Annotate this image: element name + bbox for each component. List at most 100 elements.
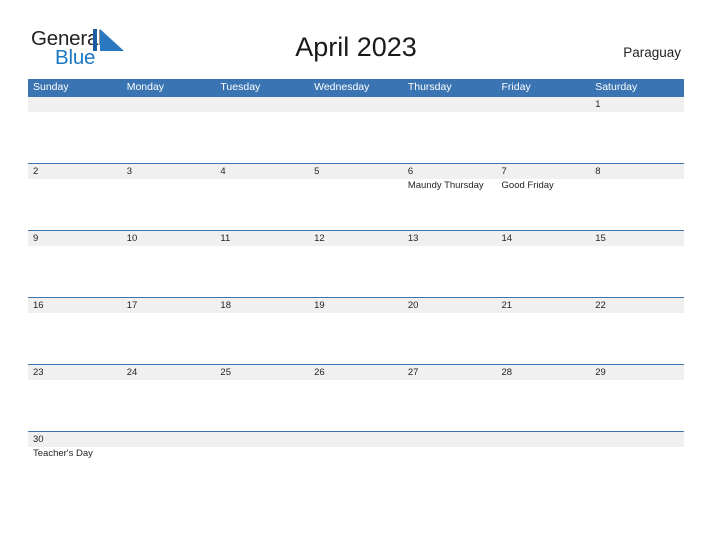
day-event	[497, 246, 591, 247]
day-event	[497, 112, 591, 113]
weekday-header-friday: Friday	[501, 81, 531, 93]
day-event	[497, 313, 591, 314]
day-cell[interactable]: 9	[28, 231, 122, 246]
day-cell[interactable]: 5	[309, 164, 403, 179]
calendar-page: General Blue April 2023 Paraguay Sunday …	[0, 0, 712, 550]
day-event	[122, 112, 216, 113]
day-cell[interactable]: 17	[121, 298, 216, 313]
day-event: Maundy Thursday	[407, 180, 484, 191]
day-cell[interactable]	[121, 432, 216, 447]
day-event	[28, 179, 122, 192]
day-event	[122, 447, 216, 460]
day-cell[interactable]	[309, 97, 403, 112]
day-cell[interactable]: 30	[28, 432, 122, 447]
day-event	[122, 380, 216, 381]
day-cell[interactable]: 27	[402, 365, 497, 380]
event-strip	[28, 380, 684, 381]
day-event	[403, 380, 497, 381]
day-event	[28, 313, 122, 314]
day-cell[interactable]: 25	[215, 365, 310, 380]
day-number: 2	[33, 166, 39, 177]
day-number: 6	[407, 166, 414, 177]
day-cell[interactable]	[28, 97, 122, 112]
day-number: 24	[126, 367, 138, 378]
day-event	[215, 112, 309, 113]
day-cell[interactable]	[215, 97, 310, 112]
day-cell[interactable]: 29	[590, 365, 684, 380]
day-number: 21	[501, 300, 513, 311]
calendar-grid: Sunday Monday Tuesday Wednesday Thursday…	[28, 79, 684, 467]
day-cell[interactable]: 7	[496, 164, 591, 179]
day-number: 1	[595, 99, 601, 110]
day-event	[590, 447, 684, 460]
day-cell[interactable]	[215, 432, 310, 447]
day-event	[590, 313, 684, 314]
day-cell[interactable]	[496, 432, 591, 447]
day-cell[interactable]	[496, 97, 591, 112]
day-event	[215, 246, 309, 247]
day-cell[interactable]: 20	[402, 298, 497, 313]
day-cell[interactable]: 1	[590, 97, 684, 112]
day-cell[interactable]: 23	[28, 365, 122, 380]
day-number: 26	[314, 367, 325, 378]
page-title: April 2023	[295, 32, 417, 62]
day-cell[interactable]: 10	[121, 231, 216, 246]
day-cell[interactable]	[402, 97, 497, 112]
day-number: 19	[314, 300, 325, 311]
weekday-header-thursday: Thursday	[407, 81, 452, 93]
day-event	[497, 380, 591, 381]
day-cell[interactable]: 13	[402, 231, 497, 246]
day-cell[interactable]: 2	[28, 164, 122, 179]
day-cell[interactable]: 21	[496, 298, 591, 313]
day-number: 12	[314, 233, 325, 244]
day-event	[403, 313, 497, 314]
day-event	[590, 112, 684, 113]
day-cell[interactable]	[402, 432, 497, 447]
weekday-header-row: Sunday Monday Tuesday Wednesday Thursday…	[28, 79, 684, 96]
day-cell[interactable]	[590, 432, 684, 447]
day-cell[interactable]	[309, 432, 403, 447]
day-event	[28, 246, 122, 247]
day-event	[309, 112, 403, 113]
country-label: Paraguay	[623, 45, 681, 60]
weekday-header-wednesday: Wednesday	[314, 81, 370, 93]
day-cell[interactable]: 12	[309, 231, 403, 246]
day-event	[403, 112, 497, 113]
day-cell[interactable]: 11	[215, 231, 310, 246]
day-cell[interactable]: 16	[28, 298, 122, 313]
day-cell[interactable]: 22	[590, 298, 684, 313]
day-event	[309, 380, 403, 381]
calendar-week-row: 9 10 11 12 13 14 15	[28, 230, 684, 297]
event-strip	[28, 313, 684, 314]
day-cell[interactable]: 3	[121, 164, 216, 179]
day-cell[interactable]: 28	[496, 365, 591, 380]
day-cell[interactable]: 15	[590, 231, 684, 246]
day-number: 14	[501, 233, 513, 244]
day-number: 5	[314, 166, 320, 177]
day-number: 9	[33, 233, 39, 244]
day-event	[215, 313, 309, 314]
calendar-week-row: 2 3 4 5 6 7 8 Maundy Thursday Good Frida…	[28, 163, 684, 230]
day-number: 30	[33, 434, 44, 445]
day-cell[interactable]	[121, 97, 216, 112]
day-cell[interactable]: 26	[309, 365, 403, 380]
day-cell[interactable]: 19	[309, 298, 403, 313]
day-cell[interactable]: 18	[215, 298, 310, 313]
day-cell[interactable]: 8	[590, 164, 684, 179]
day-event	[403, 246, 497, 247]
day-cell[interactable]: 4	[215, 164, 310, 179]
day-cell[interactable]: 24	[121, 365, 216, 380]
calendar-week-row: 23 24 25 26 27 28 29	[28, 364, 684, 431]
day-number-strip: 9 10 11 12 13 14 15	[28, 231, 684, 246]
calendar-week-row: 30 Teacher's Day	[28, 431, 684, 467]
day-number-strip: 30	[28, 432, 684, 447]
day-cell[interactable]: 14	[496, 231, 591, 246]
day-event	[122, 179, 216, 192]
day-number: 23	[33, 367, 44, 378]
day-number: 22	[595, 300, 606, 311]
weekday-header-saturday: Saturday	[595, 81, 638, 93]
weekday-header-monday: Monday	[126, 81, 165, 93]
day-event	[497, 447, 591, 460]
event-strip: Teacher's Day	[28, 447, 684, 460]
day-cell[interactable]: 6	[402, 164, 497, 179]
